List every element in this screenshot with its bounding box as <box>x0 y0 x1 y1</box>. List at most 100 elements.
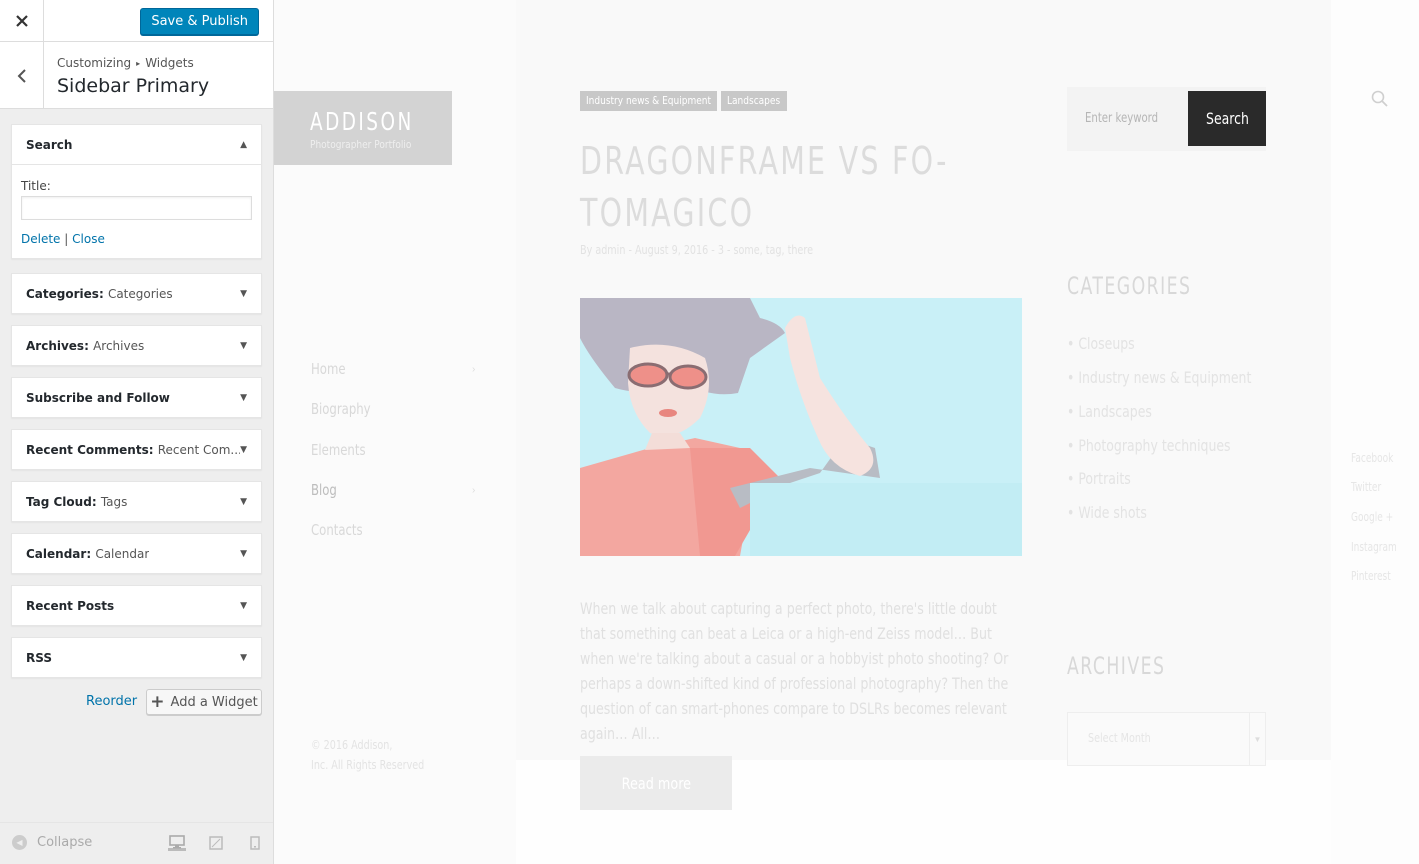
back-button[interactable] <box>0 42 44 109</box>
collapse-button[interactable]: ◀ Collapse <box>12 835 92 850</box>
site-logo[interactable]: ADDISON Photographer Portfolio <box>274 91 452 165</box>
post-tag-industry[interactable]: Industry news & Equipment <box>580 91 717 111</box>
widget-instance-title: Tags <box>100 494 128 509</box>
actions-separator: | <box>64 232 69 246</box>
widget-header[interactable]: Subscribe and Follow ▼ <box>12 378 261 417</box>
save-publish-button[interactable]: Save & Publish <box>140 8 259 35</box>
widget-header[interactable]: Archives: Archives ▼ <box>12 326 261 365</box>
widget-title: Categories: Categories <box>26 287 173 301</box>
widget-header[interactable]: RSS ▼ <box>12 638 261 677</box>
post-featured-image[interactable] <box>580 298 1022 556</box>
close-customizer-button[interactable] <box>0 0 44 42</box>
widget-archives[interactable]: Archives: Archives ▼ <box>11 325 262 366</box>
widget-title: Tag Cloud: Tags <box>26 495 127 509</box>
widget-instance-title: Recent Com... <box>157 442 241 457</box>
breadcrumb: Customizing ▸ Widgets <box>57 56 194 70</box>
widget-title: Search <box>26 137 73 152</box>
nav-home[interactable]: Home <box>311 360 346 378</box>
widget-header[interactable]: Search ▲ <box>12 125 261 164</box>
widget-subscribe-follow[interactable]: Subscribe and Follow ▼ <box>11 377 262 418</box>
widget-name: Calendar <box>26 546 87 561</box>
post-meta: By admin - August 9, 2016 - 3 - some, ta… <box>580 243 813 257</box>
close-link[interactable]: Close <box>72 232 105 246</box>
post-title[interactable]: DRAGONFRAME VS FO- TOMAGICO <box>580 135 1030 239</box>
social-instagram[interactable]: Instagram <box>1351 540 1397 554</box>
caret-down-icon[interactable]: ▼ <box>240 497 247 507</box>
read-more-label: Read more <box>621 773 691 793</box>
widget-categories[interactable]: Categories: Categories ▼ <box>11 273 262 314</box>
widget-actions: Delete | Close <box>21 232 252 246</box>
archives-dropdown[interactable]: Select Month ▼ <box>1067 712 1266 766</box>
widget-header[interactable]: Recent Posts ▼ <box>12 586 261 625</box>
widget-header[interactable]: Categories: Categories ▼ <box>12 274 261 313</box>
category-item[interactable]: • Photography techniques <box>1067 436 1231 455</box>
nav-contacts[interactable]: Contacts <box>311 521 363 539</box>
categories-heading: CATEGORIES <box>1067 272 1192 300</box>
caret-down-icon[interactable]: ▼ <box>240 601 247 611</box>
widget-title: Recent Posts <box>26 598 115 613</box>
caret-down-icon[interactable]: ▼ <box>240 341 247 351</box>
device-mobile-button[interactable] <box>246 835 264 851</box>
widget-title: Archives: Archives <box>26 339 144 353</box>
widget-recent-posts[interactable]: Recent Posts ▼ <box>11 585 262 626</box>
social-pinterest[interactable]: Pinterest <box>1351 569 1391 583</box>
widget-name: Tag Cloud <box>26 494 92 509</box>
widget-calendar[interactable]: Calendar: Calendar ▼ <box>11 533 262 574</box>
category-item[interactable]: • Closeups <box>1067 334 1135 353</box>
widget-name: Categories <box>26 286 99 301</box>
add-widget-button[interactable]: + Add a Widget <box>146 689 262 715</box>
reorder-link[interactable]: Reorder <box>86 694 137 709</box>
read-more-button[interactable]: Read more <box>580 756 732 810</box>
category-label: Landscapes <box>1078 402 1152 421</box>
post-excerpt: When we talk about capturing a perfect p… <box>580 599 1009 743</box>
caret-down-icon[interactable]: ▼ <box>240 393 247 403</box>
tablet-icon <box>209 836 223 850</box>
category-item[interactable]: • Landscapes <box>1067 402 1152 421</box>
device-desktop-button[interactable] <box>168 834 186 851</box>
category-item[interactable]: • Wide shots <box>1067 503 1147 522</box>
widget-header[interactable]: Calendar: Calendar ▼ <box>12 534 261 573</box>
social-twitter[interactable]: Twitter <box>1351 480 1381 494</box>
delete-link[interactable]: Delete <box>21 232 60 246</box>
category-label: Photography techniques <box>1078 436 1231 455</box>
header-search-icon[interactable] <box>1371 90 1389 113</box>
woman-sunglasses-photo <box>580 298 1022 556</box>
category-label: Wide shots <box>1078 503 1147 522</box>
caret-down-icon[interactable]: ▼ <box>240 653 247 663</box>
caret-down-icon[interactable]: ▼ <box>240 445 247 455</box>
caret-up-icon[interactable]: ▲ <box>240 140 247 150</box>
caret-down-icon[interactable]: ▼ <box>240 549 247 559</box>
category-item[interactable]: • Industry news & Equipment <box>1067 368 1251 387</box>
device-tablet-button[interactable] <box>207 835 225 851</box>
social-facebook[interactable]: Facebook <box>1351 451 1393 465</box>
widget-rss[interactable]: RSS ▼ <box>11 637 262 678</box>
archives-select-value: Select Month <box>1088 731 1151 745</box>
nav-biography[interactable]: Biography <box>311 400 371 418</box>
preview-right-strip <box>1331 0 1419 864</box>
customizer-header: Save & Publish <box>0 0 273 42</box>
widget-tag-cloud[interactable]: Tag Cloud: Tags ▼ <box>11 481 262 522</box>
caret-down-icon[interactable]: ▼ <box>240 289 247 299</box>
desktop-icon <box>169 834 185 848</box>
widget-header[interactable]: Tag Cloud: Tags ▼ <box>12 482 261 521</box>
category-item[interactable]: • Portraits <box>1067 469 1131 488</box>
widget-colon: : <box>91 494 97 509</box>
post-tag-landscapes[interactable]: Landscapes <box>721 91 787 111</box>
logo-title: ADDISON <box>310 107 414 136</box>
category-label: Industry news & Equipment <box>1078 368 1252 387</box>
section-title-bar: Customizing ▸ Widgets Sidebar Primary <box>0 42 273 109</box>
copyright-line-1: © 2016 Addison, <box>311 738 393 752</box>
widget-recent-comments[interactable]: Recent Comments: Recent Com... ▼ <box>11 429 262 470</box>
title-input[interactable] <box>21 196 252 220</box>
nav-blog[interactable]: Blog <box>311 481 337 499</box>
category-label: Portraits <box>1078 469 1131 488</box>
widget-header[interactable]: Recent Comments: Recent Com... ▼ <box>12 430 261 469</box>
social-google-plus[interactable]: Google + <box>1351 510 1393 524</box>
sidebar-search-input[interactable]: Enter keyword <box>1067 91 1188 146</box>
nav-elements[interactable]: Elements <box>311 441 366 459</box>
search-placeholder: Enter keyword <box>1085 111 1159 126</box>
sidebar-search-button[interactable]: Search <box>1188 91 1266 146</box>
breadcrumb-widgets: Widgets <box>145 56 194 70</box>
widget-instance-title: Archives <box>93 338 145 353</box>
chevron-left-icon <box>17 68 26 83</box>
